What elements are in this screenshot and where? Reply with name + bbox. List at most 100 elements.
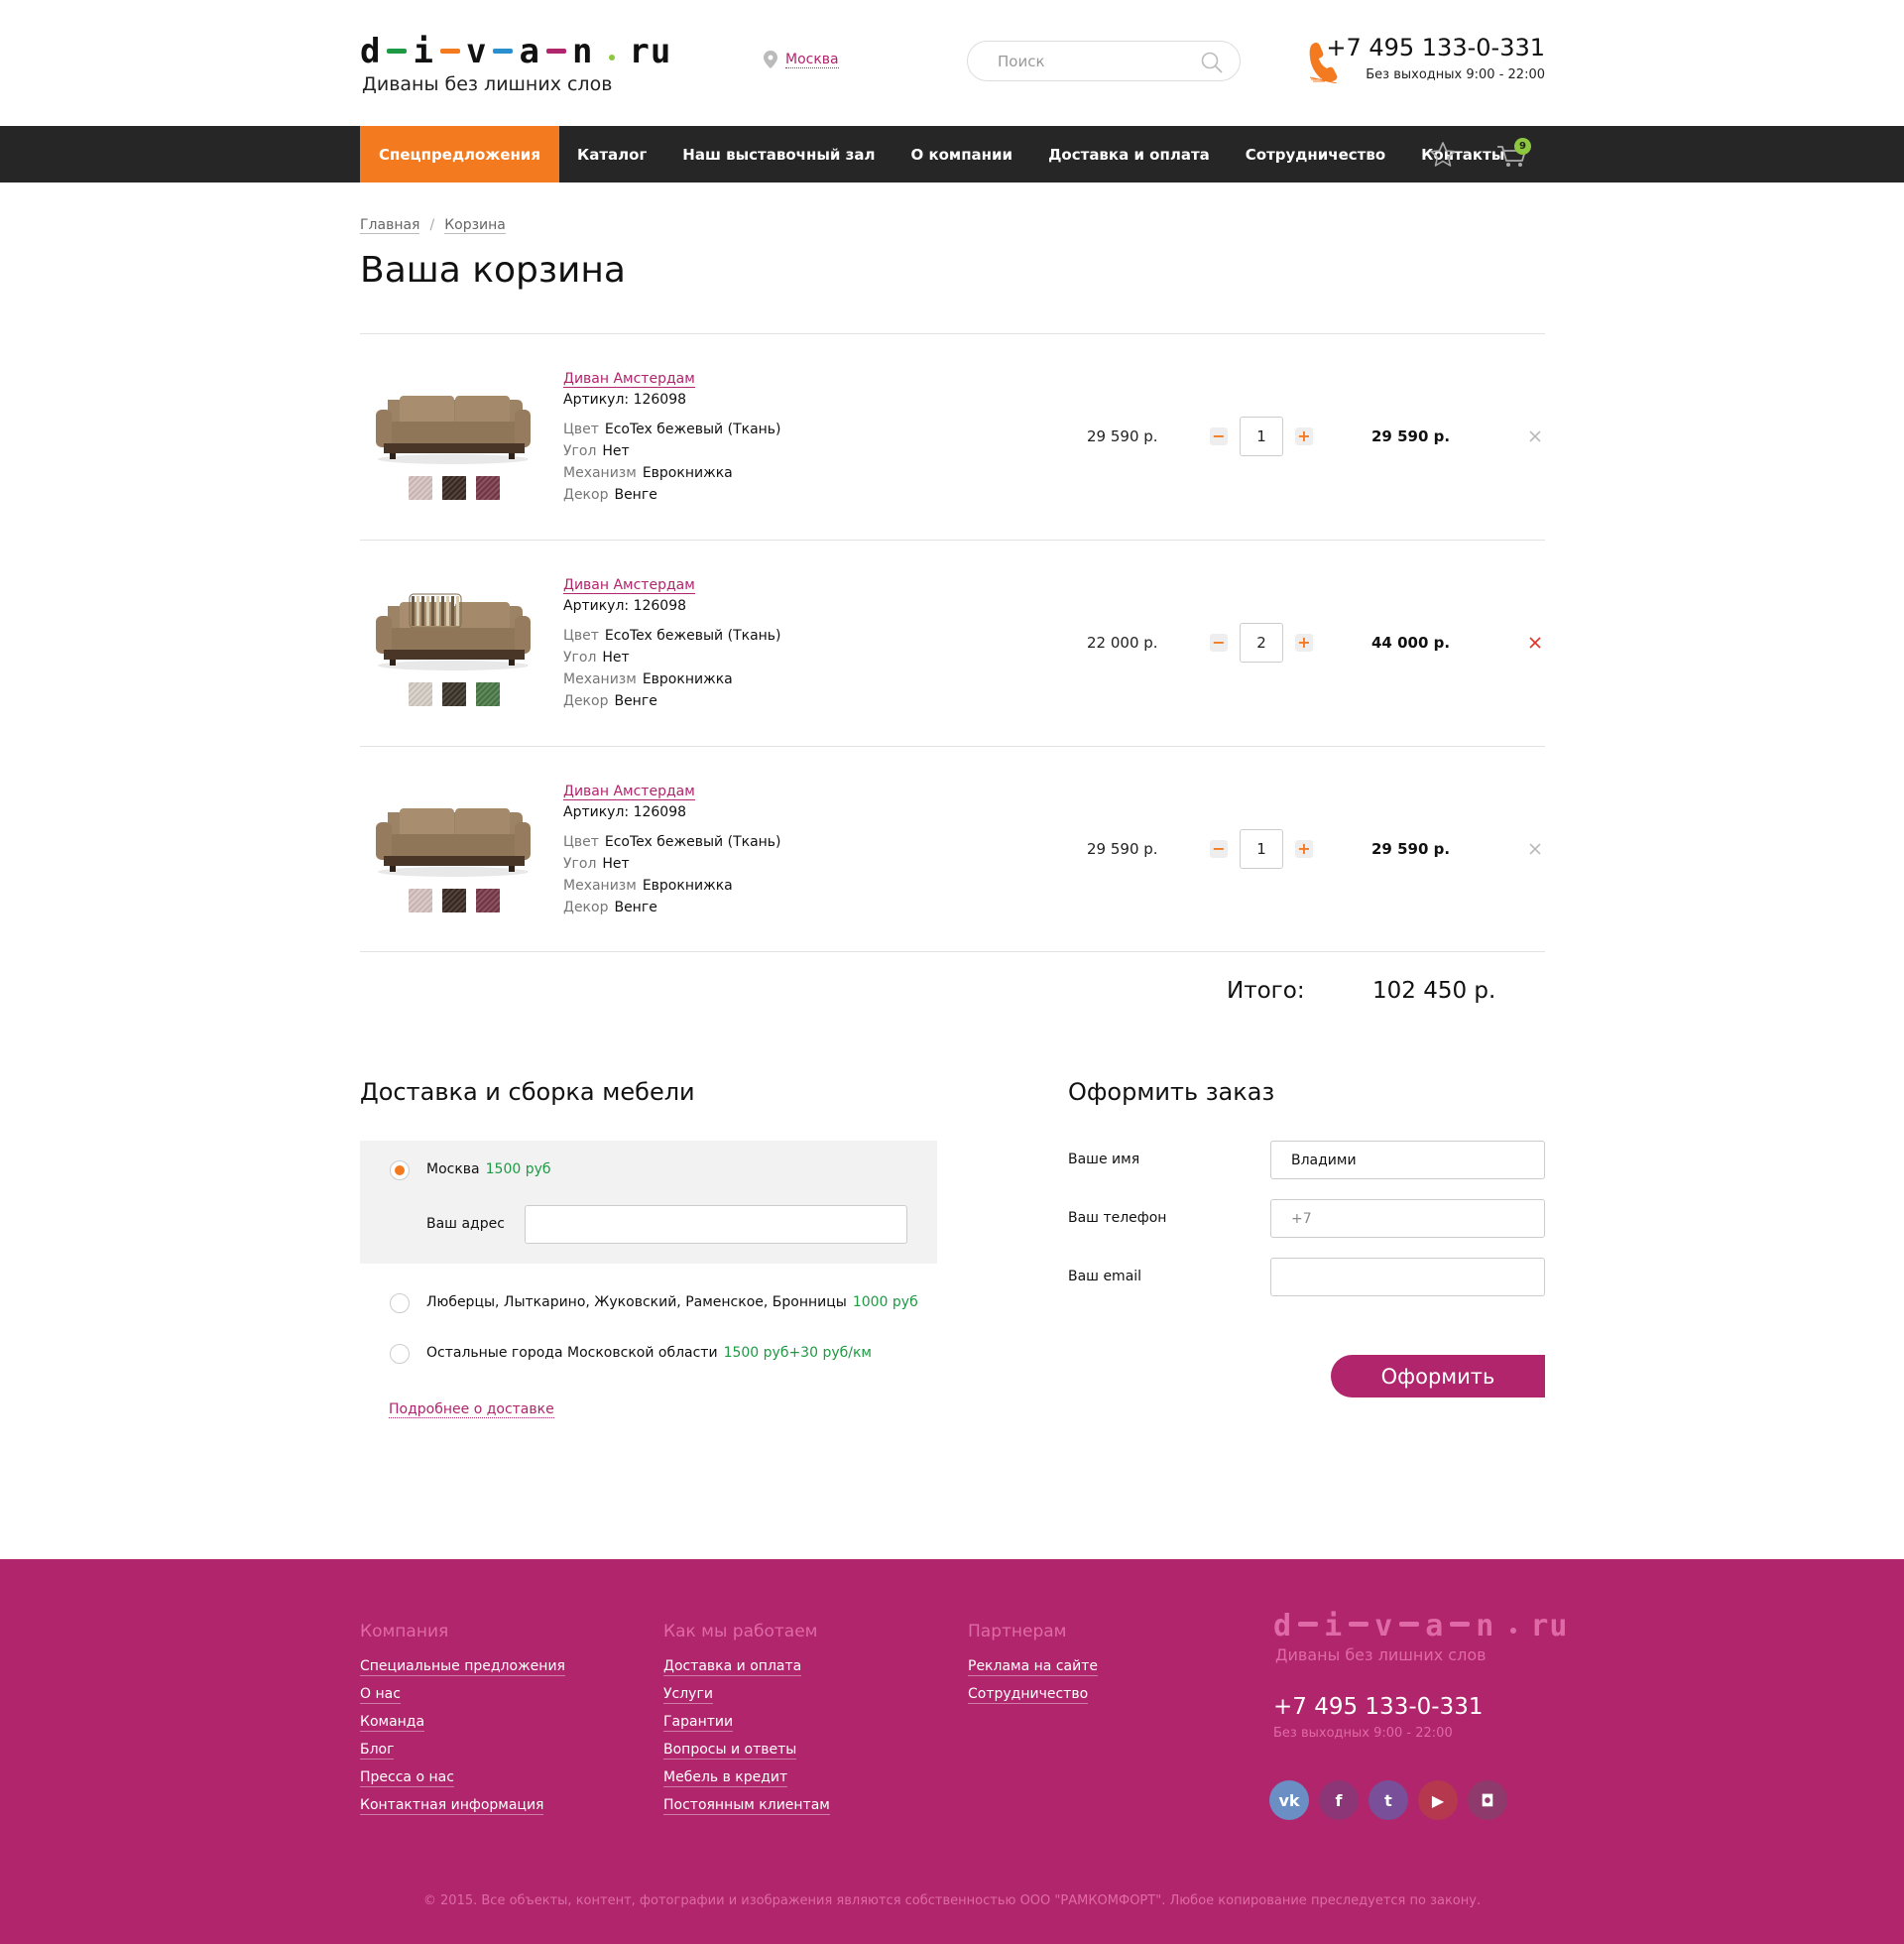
footer-link[interactable]: Мебель в кредит (663, 1768, 788, 1787)
fabric-swatch[interactable] (442, 476, 466, 500)
product-image[interactable] (370, 785, 534, 882)
search-input[interactable] (998, 53, 1186, 70)
email-input[interactable] (1270, 1258, 1545, 1296)
name-input[interactable] (1270, 1141, 1545, 1179)
city-selector[interactable]: Москва (764, 51, 839, 68)
header-hours: Без выходных 9:00 - 22:00 (1366, 67, 1545, 82)
delivery-option-label: Люберцы, Лыткарино, Жуковский, Раменское… (426, 1294, 847, 1310)
city-link[interactable]: Москва (785, 52, 839, 68)
fabric-swatch[interactable] (476, 476, 500, 500)
nav-item[interactable]: О компании (892, 126, 1030, 182)
quantity-input[interactable] (1240, 623, 1283, 663)
footer-phone[interactable]: +7 495 133-0-331 (1273, 1694, 1483, 1720)
vk-icon[interactable]: vk (1269, 1780, 1309, 1820)
phone-input[interactable] (1270, 1199, 1545, 1238)
quantity-input[interactable] (1240, 417, 1283, 456)
footer-column-title: Партнерам (968, 1622, 1067, 1641)
delivery-option-region[interactable]: Остальные города Московской области 1500 … (426, 1345, 872, 1361)
product-props: Цвет EcoTex бежевый (Ткань) Угол Нет Механиз… (563, 628, 861, 715)
product-name-link[interactable]: Диван Амстердам (563, 784, 695, 800)
fabric-swatch[interactable] (409, 889, 432, 912)
youtube-icon[interactable]: ▶ (1418, 1780, 1458, 1820)
breadcrumb-cart[interactable]: Корзина (444, 217, 506, 234)
delivery-more-link[interactable]: Подробнее о доставке (389, 1401, 554, 1418)
quantity-input[interactable] (1240, 829, 1283, 869)
logo-tld: ru (1530, 1609, 1569, 1643)
cart-button[interactable]: 9 (1495, 138, 1531, 170)
footer-logo-tagline: Диваны без лишних слов (1275, 1645, 1487, 1664)
delivery-radio-suburbs[interactable] (390, 1293, 410, 1313)
plus-icon[interactable]: + (1295, 634, 1313, 652)
delivery-option-price: 1500 руб+30 руб/км (723, 1345, 872, 1361)
plus-icon[interactable]: + (1295, 840, 1313, 858)
minus-icon[interactable]: − (1210, 634, 1228, 652)
footer-link[interactable]: Услуги (663, 1685, 713, 1704)
fabric-swatch[interactable] (442, 682, 466, 706)
fabric-swatch[interactable] (476, 889, 500, 912)
fabric-swatch[interactable] (476, 682, 500, 706)
site-logo[interactable]: d i v a n ru Диваны без лишних слов (360, 32, 671, 95)
nav-item[interactable]: Доставка и оплата (1030, 126, 1228, 182)
instagram-icon[interactable]: ◘ (1468, 1780, 1507, 1820)
footer-link[interactable]: Гарантии (663, 1713, 734, 1732)
nav-item[interactable]: Сотрудничество (1228, 126, 1403, 182)
prop-key: Механизм (563, 878, 637, 894)
delivery-radio-region[interactable] (390, 1344, 410, 1364)
product-name-link[interactable]: Диван Амстердам (563, 371, 695, 388)
logo-letter: a (1425, 1609, 1445, 1643)
search-icon[interactable] (1200, 51, 1224, 74)
facebook-icon[interactable]: f (1319, 1780, 1359, 1820)
footer-link[interactable]: Реклама на сайте (968, 1657, 1098, 1676)
breadcrumb-home[interactable]: Главная (360, 217, 420, 234)
plus-icon[interactable]: + (1295, 427, 1313, 445)
footer-logo[interactable]: d i v a n ru Диваны без лишних слов (1273, 1609, 1568, 1664)
favorites-star-icon[interactable] (1428, 140, 1458, 170)
delivery-radio-moscow[interactable] (390, 1160, 410, 1180)
twitter-icon[interactable]: t (1368, 1780, 1408, 1820)
footer-link[interactable]: Сотрудничество (968, 1685, 1089, 1704)
footer-link[interactable]: Контактная информация (360, 1796, 544, 1815)
footer-link[interactable]: Специальные предложения (360, 1657, 565, 1676)
product-image[interactable] (370, 372, 534, 469)
footer-link[interactable]: Доставка и оплата (663, 1657, 802, 1676)
footer-link[interactable]: О нас (360, 1685, 401, 1704)
remove-item-icon[interactable] (1527, 428, 1543, 444)
delivery-option-moscow[interactable]: Москва 1500 руб (426, 1161, 551, 1177)
search-box[interactable] (967, 41, 1241, 81)
prop-value: Венге (614, 693, 657, 709)
breadcrumb: Главная / Корзина (360, 217, 506, 234)
nav-item[interactable]: Спецпредложения (360, 126, 559, 182)
fabric-swatch[interactable] (409, 476, 432, 500)
address-input[interactable] (525, 1205, 907, 1244)
fabric-swatch[interactable] (409, 682, 432, 706)
minus-icon[interactable]: − (1210, 840, 1228, 858)
logo-dash (387, 49, 408, 54)
footer-link[interactable]: Команда (360, 1713, 425, 1732)
footer-link[interactable]: Блог (360, 1741, 395, 1760)
submit-order-button[interactable]: Оформить (1331, 1355, 1545, 1397)
unit-price: 29 590 р. (1087, 427, 1158, 445)
nav-item[interactable]: Каталог (559, 126, 664, 182)
footer-hours: Без выходных 9:00 - 22:00 (1273, 1726, 1453, 1741)
logo-tld: ru (629, 32, 672, 71)
prop-key: Декор (563, 693, 609, 709)
product-prop: Декор Венге (563, 693, 861, 715)
prop-value: EcoTex бежевый (Ткань) (604, 834, 781, 850)
prop-value: Еврокнижка (642, 878, 733, 894)
remove-item-icon[interactable] (1527, 841, 1543, 857)
remove-item-icon[interactable] (1527, 635, 1543, 651)
quantity-stepper: −+ (1210, 623, 1313, 663)
fabric-swatch[interactable] (442, 889, 466, 912)
product-image[interactable] (370, 578, 534, 675)
delivery-option-suburbs[interactable]: Люберцы, Лыткарино, Жуковский, Раменское… (426, 1294, 918, 1310)
footer-link[interactable]: Пресса о нас (360, 1768, 454, 1787)
product-name-link[interactable]: Диван Амстердам (563, 577, 695, 594)
line-total: 44 000 р. (1371, 634, 1451, 652)
footer-link[interactable]: Вопросы и ответы (663, 1741, 797, 1760)
fabric-swatches (409, 682, 500, 706)
footer-link[interactable]: Постоянным клиентам (663, 1796, 830, 1815)
nav-item[interactable]: Наш выставочный зал (664, 126, 892, 182)
minus-icon[interactable]: − (1210, 427, 1228, 445)
cart-item-row: Диван Амстердам Артикул: 126098 Цвет EcoTex… (360, 746, 1545, 952)
header-phone-number[interactable]: +7 495 133-0-331 (1326, 34, 1545, 61)
